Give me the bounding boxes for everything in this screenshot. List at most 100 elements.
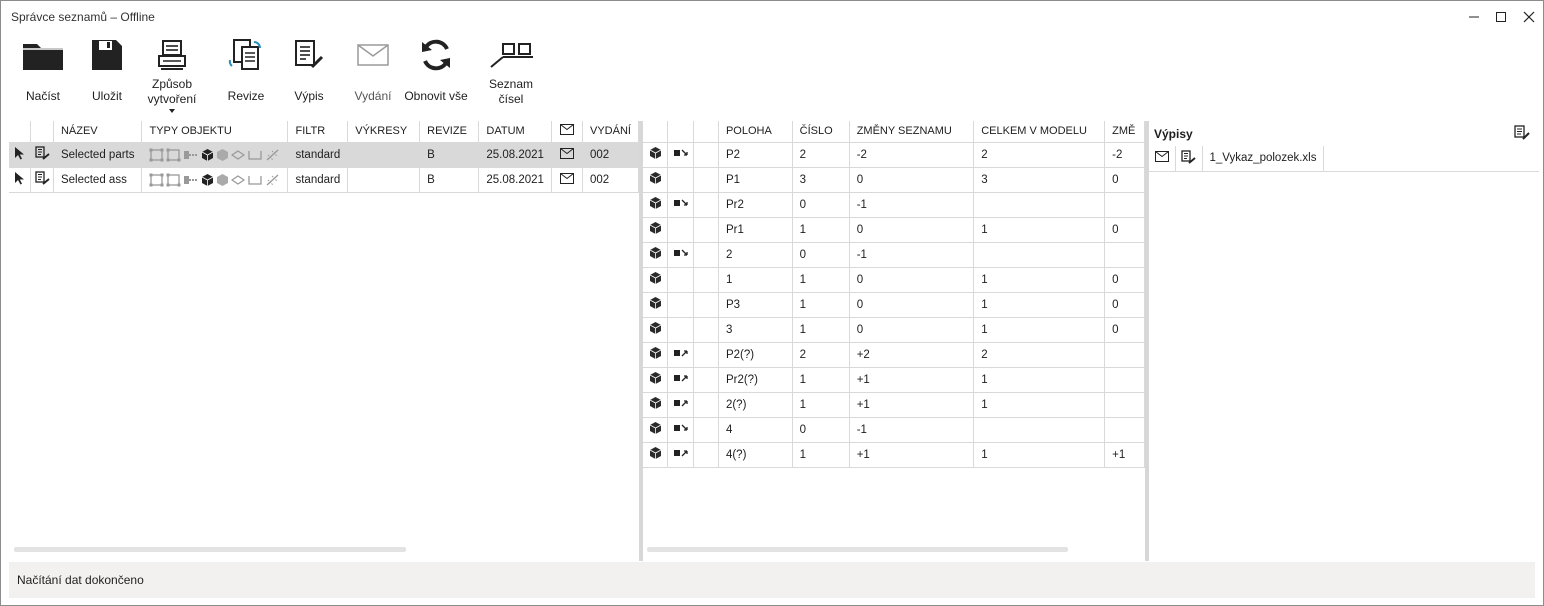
position-value: P2: [725, 148, 741, 161]
issue-button[interactable]: Vydání: [348, 35, 398, 117]
flag-cell: [693, 167, 719, 193]
object-cell[interactable]: [643, 217, 669, 243]
edit-report-button[interactable]: [1514, 125, 1530, 143]
added-change-icon: [673, 375, 688, 382]
col-object-types[interactable]: TYPY OBJEKTU: [141, 121, 289, 143]
close-button[interactable]: [1516, 5, 1542, 29]
mail-cell[interactable]: [1149, 146, 1176, 172]
col-date[interactable]: DATUM: [478, 121, 552, 143]
table-row[interactable]: Selected ass standard B 25.08.2021 002: [9, 167, 639, 193]
object-cell[interactable]: [643, 267, 669, 293]
name-cell: Selected ass: [53, 167, 143, 193]
change-type-cell: [667, 292, 695, 318]
added-change-icon: [673, 350, 688, 357]
list-item[interactable]: 1_Vykaz_polozek.xls: [1149, 146, 1539, 172]
flag-cell: [693, 242, 719, 268]
object-cell[interactable]: [643, 442, 669, 468]
object-cell[interactable]: [643, 367, 669, 393]
col-drawings[interactable]: VÝKRESY: [347, 121, 421, 143]
lists-horizontal-scrollbar[interactable]: [14, 547, 406, 552]
total-cell: 1: [973, 217, 1106, 243]
table-row[interactable]: P1 3 0 3 0: [643, 167, 1145, 193]
total-cell: [973, 192, 1106, 218]
object-cell[interactable]: [643, 392, 669, 418]
refresh-all-button[interactable]: Obnovit vše: [403, 35, 469, 117]
list-changes-value: -2: [856, 148, 867, 161]
table-row[interactable]: P2(?) 2 +2 2: [643, 342, 1145, 368]
col-list-changes[interactable]: ZMĚNY SEZNAMU: [849, 121, 975, 143]
col-report[interactable]: [30, 121, 54, 143]
change-type-cell: [667, 167, 695, 193]
object-cell[interactable]: [643, 317, 669, 343]
col-filter[interactable]: FILTR: [287, 121, 349, 143]
number-value: 2: [799, 348, 807, 361]
col-position[interactable]: POLOHA: [718, 121, 793, 143]
total-cell: 1: [973, 392, 1106, 418]
col-mail[interactable]: [551, 121, 584, 143]
removed-change-icon: [673, 424, 688, 431]
object-cell[interactable]: [643, 417, 669, 443]
table-row[interactable]: 2 0 -1: [643, 242, 1145, 268]
object-cell[interactable]: [643, 142, 669, 168]
col-changes-truncated[interactable]: ZMĚ: [1104, 121, 1145, 143]
object-cell[interactable]: [643, 167, 669, 193]
object-cell[interactable]: [643, 192, 669, 218]
table-row[interactable]: 3 1 0 1 0: [643, 317, 1145, 343]
col-select[interactable]: [9, 121, 32, 143]
object-cell[interactable]: [643, 292, 669, 318]
number-cell: 2: [792, 342, 850, 368]
report-cell[interactable]: [30, 167, 54, 193]
object-cell[interactable]: [643, 342, 669, 368]
table-row[interactable]: Pr1 1 0 1 0: [643, 217, 1145, 243]
revision-cell: B: [419, 167, 480, 193]
mail-cell[interactable]: [551, 142, 584, 168]
report-cell[interactable]: [1175, 146, 1203, 172]
table-row[interactable]: P3 1 0 1 0: [643, 292, 1145, 318]
refresh-icon: [412, 35, 460, 75]
revision-button[interactable]: Revize: [221, 35, 271, 117]
object-cell[interactable]: [643, 242, 669, 268]
col-object[interactable]: [643, 121, 669, 143]
list-changes-value: +1: [856, 448, 870, 461]
col-number[interactable]: ČÍSLO: [792, 121, 850, 143]
col-change-type[interactable]: [667, 121, 695, 143]
table-row[interactable]: P2 2 -2 2 -2: [643, 142, 1145, 168]
number-cell: 0: [792, 192, 850, 218]
col-total-in-model[interactable]: CELKEM V MODELU: [973, 121, 1106, 143]
minimize-button[interactable]: [1461, 5, 1487, 29]
maximize-button[interactable]: [1488, 5, 1514, 29]
select-cell[interactable]: [9, 142, 32, 168]
object-types-cell: [141, 142, 289, 168]
table-row[interactable]: Selected parts standard B 25.08.2021 002: [9, 142, 639, 168]
total-value: 1: [981, 448, 988, 461]
envelope-icon: [1154, 151, 1169, 163]
select-cell[interactable]: [9, 167, 32, 193]
report-cell[interactable]: [30, 142, 54, 168]
save-button[interactable]: Uložit: [83, 35, 131, 117]
envelope-icon: [559, 147, 574, 159]
number-value: 1: [799, 373, 807, 386]
mail-cell[interactable]: [551, 167, 584, 193]
table-row[interactable]: Pr2(?) 1 +1 1: [643, 367, 1145, 393]
table-row[interactable]: Pr2 0 -1: [643, 192, 1145, 218]
extract-button[interactable]: Výpis: [284, 35, 334, 117]
creation-method-dropdown[interactable]: Způsob vytvoření: [141, 35, 203, 117]
col-name[interactable]: NÁZEV: [53, 121, 143, 143]
col-issue[interactable]: VYDÁNÍ: [582, 121, 639, 143]
table-row[interactable]: 2(?) 1 +1 1: [643, 392, 1145, 418]
list-changes-cell: -1: [849, 417, 975, 443]
total-value: 1: [981, 273, 988, 286]
changes-horizontal-scrollbar[interactable]: [647, 547, 1068, 552]
number-list-button[interactable]: Seznam čísel: [485, 35, 537, 117]
part-cube-icon: [649, 247, 661, 259]
delta-cell: [1104, 367, 1145, 393]
filler-cell: [1323, 146, 1539, 172]
table-row[interactable]: 4(?) 1 +1 1 +1: [643, 442, 1145, 468]
col-flag[interactable]: [693, 121, 719, 143]
total-value: 1: [981, 223, 988, 236]
table-row[interactable]: 4 0 -1: [643, 417, 1145, 443]
load-button[interactable]: Načíst: [18, 35, 68, 117]
table-row[interactable]: 1 1 0 1 0: [643, 267, 1145, 293]
part-cube-icon: [649, 397, 661, 409]
col-revision[interactable]: REVIZE: [419, 121, 480, 143]
